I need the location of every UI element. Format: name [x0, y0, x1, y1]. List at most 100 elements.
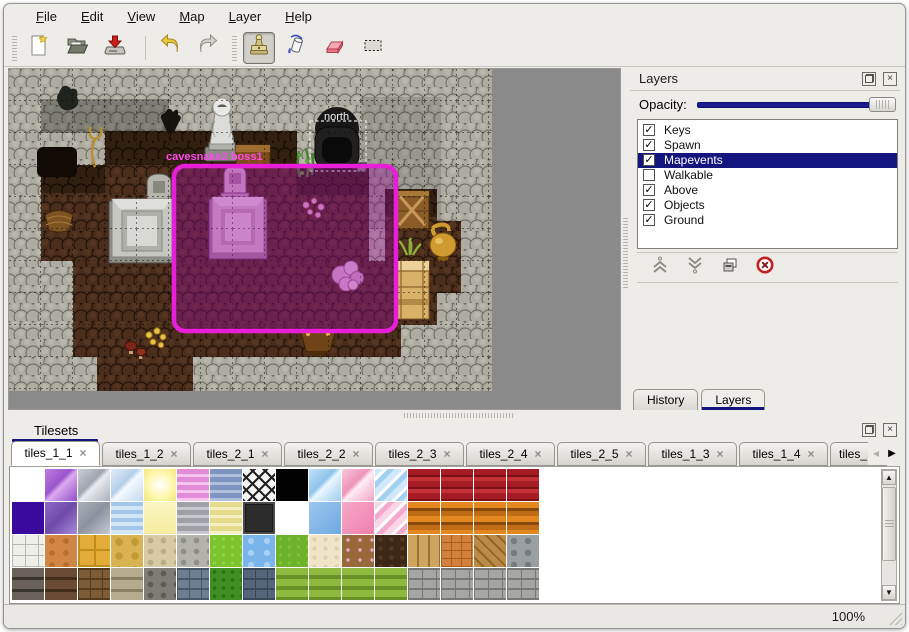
new-tool-button[interactable]: [23, 32, 55, 64]
layer-visibility-checkbox[interactable]: [643, 169, 655, 181]
vertical-splitter[interactable]: [621, 68, 630, 410]
close-tab-icon[interactable]: ×: [444, 447, 451, 461]
layer-row-spawn[interactable]: ✓Spawn: [638, 138, 897, 153]
close-tab-icon[interactable]: ×: [808, 447, 815, 461]
toolbar-drag-handle[interactable]: [12, 35, 17, 61]
tile[interactable]: [309, 502, 341, 534]
tile[interactable]: [144, 469, 176, 501]
stamp-tool-button[interactable]: [243, 32, 275, 64]
menu-item-file[interactable]: File: [26, 6, 67, 27]
layer-delete-button[interactable]: [754, 256, 776, 278]
selection-rectangle[interactable]: [174, 166, 396, 331]
tile[interactable]: [309, 469, 341, 501]
layer-visibility-checkbox[interactable]: ✓: [643, 139, 655, 151]
tile[interactable]: [342, 535, 374, 567]
close-tab-icon[interactable]: ×: [535, 447, 542, 461]
tileset-view[interactable]: ▲ ▼: [9, 467, 900, 604]
scroll-down-icon[interactable]: ▼: [882, 585, 896, 600]
close-tab-icon[interactable]: ×: [171, 447, 178, 461]
tile[interactable]: [474, 568, 506, 600]
layer-visibility-checkbox[interactable]: ✓: [643, 214, 655, 226]
tile[interactable]: [276, 535, 308, 567]
tile[interactable]: [342, 502, 374, 534]
tileset-tab-tiles_1_2[interactable]: tiles_1_2×: [102, 442, 191, 466]
tile[interactable]: [375, 502, 407, 534]
close-tab-icon[interactable]: ×: [717, 447, 724, 461]
layer-visibility-checkbox[interactable]: ✓: [643, 154, 655, 166]
tile[interactable]: [342, 469, 374, 501]
tile[interactable]: [441, 469, 473, 501]
layer-row-walkable[interactable]: Walkable: [638, 168, 897, 183]
scroll-tabs-left-icon[interactable]: ◀: [868, 442, 884, 465]
layer-row-objects[interactable]: ✓Objects: [638, 198, 897, 213]
tile[interactable]: [12, 502, 44, 534]
tile[interactable]: [12, 535, 44, 567]
tile[interactable]: [177, 568, 209, 600]
tile[interactable]: [276, 568, 308, 600]
map-canvas[interactable]: north cavesnake2 boss1: [8, 68, 621, 410]
tile[interactable]: [78, 568, 110, 600]
tile[interactable]: [210, 568, 242, 600]
tile[interactable]: [243, 469, 275, 501]
tile[interactable]: [441, 535, 473, 567]
tile[interactable]: [309, 535, 341, 567]
tile[interactable]: [408, 568, 440, 600]
eraser-tool-button[interactable]: [319, 32, 351, 64]
tile[interactable]: [408, 535, 440, 567]
scroll-up-icon[interactable]: ▲: [882, 470, 896, 485]
tile[interactable]: [177, 469, 209, 501]
close-tab-icon[interactable]: ×: [262, 447, 269, 461]
dock-tab-layers[interactable]: Layers: [701, 389, 765, 410]
tile[interactable]: [474, 469, 506, 501]
tile[interactable]: [144, 535, 176, 567]
tile[interactable]: [78, 535, 110, 567]
layer-duplicate-button[interactable]: [719, 256, 741, 278]
tile[interactable]: [507, 535, 539, 567]
tile[interactable]: [210, 535, 242, 567]
tileset-scrollbar[interactable]: ▲ ▼: [881, 469, 897, 601]
resize-grip[interactable]: [885, 608, 902, 625]
tile[interactable]: [507, 469, 539, 501]
tileset-tab-tiles_2_2[interactable]: tiles_2_2×: [284, 442, 373, 466]
layer-row-keys[interactable]: ✓Keys: [638, 123, 897, 138]
tile[interactable]: [375, 469, 407, 501]
close-tab-icon[interactable]: ×: [353, 447, 360, 461]
opacity-slider-track[interactable]: [697, 102, 894, 108]
menu-item-view[interactable]: View: [117, 6, 165, 27]
save-tool-button[interactable]: [99, 32, 131, 64]
tile[interactable]: [276, 502, 308, 534]
layer-move-down-button[interactable]: [684, 256, 706, 278]
tile[interactable]: [441, 568, 473, 600]
tile[interactable]: [111, 568, 143, 600]
toolbar-drag-handle[interactable]: [232, 35, 237, 61]
menu-item-map[interactable]: Map: [169, 6, 214, 27]
tile[interactable]: [243, 568, 275, 600]
tile[interactable]: [177, 502, 209, 534]
tile[interactable]: [474, 502, 506, 534]
tile[interactable]: [111, 535, 143, 567]
tile[interactable]: [12, 568, 44, 600]
horizontal-splitter[interactable]: [4, 410, 905, 420]
tile[interactable]: [210, 469, 242, 501]
tile[interactable]: [12, 469, 44, 501]
tileset-tab-tiles_1_1[interactable]: tiles_1_1×: [11, 441, 100, 466]
tile[interactable]: [375, 535, 407, 567]
tile[interactable]: [408, 502, 440, 534]
layer-row-mapevents[interactable]: ✓Mapevents: [638, 153, 897, 168]
close-panel-icon[interactable]: ×: [883, 72, 897, 86]
tile[interactable]: [507, 502, 539, 534]
tile[interactable]: [276, 469, 308, 501]
tile[interactable]: [78, 502, 110, 534]
tileset-tab-tiles_2_5[interactable]: tiles_2_5×: [557, 442, 646, 466]
layer-move-up-button[interactable]: [649, 256, 671, 278]
splitter-grip[interactable]: [623, 218, 628, 288]
tileset-tab-tiles_2_4[interactable]: tiles_2_4×: [466, 442, 555, 466]
tileset-tab-tiles_1_3[interactable]: tiles_1_3×: [648, 442, 737, 466]
tile[interactable]: [144, 568, 176, 600]
menu-item-layer[interactable]: Layer: [219, 6, 272, 27]
splitter-grip[interactable]: [404, 413, 514, 418]
tile[interactable]: [144, 502, 176, 534]
scrollbar-thumb[interactable]: [882, 487, 896, 561]
layer-row-ground[interactable]: ✓Ground: [638, 213, 897, 228]
menu-item-edit[interactable]: Edit: [71, 6, 113, 27]
